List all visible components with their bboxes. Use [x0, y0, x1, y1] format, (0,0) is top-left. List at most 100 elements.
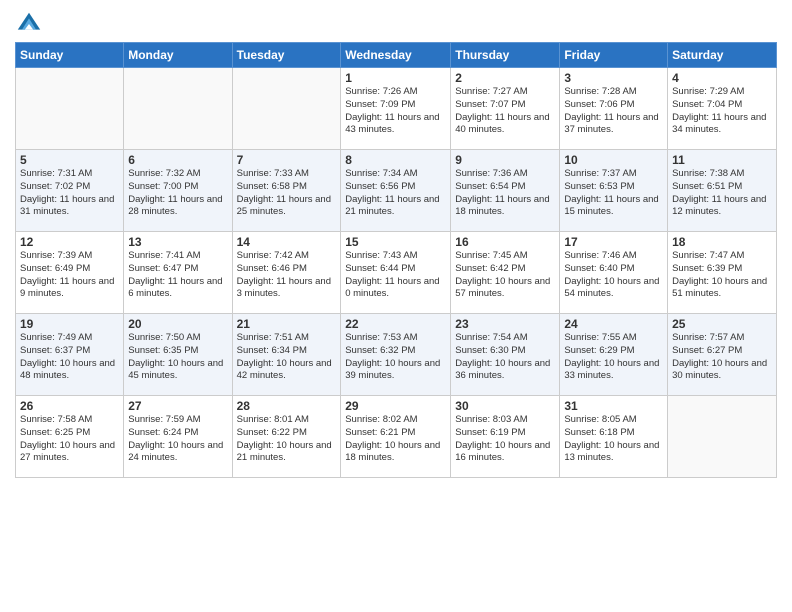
- day-number: 20: [128, 317, 227, 331]
- calendar-cell: 30Sunrise: 8:03 AM Sunset: 6:19 PM Dayli…: [451, 396, 560, 478]
- day-info: Sunrise: 7:45 AM Sunset: 6:42 PM Dayligh…: [455, 250, 555, 301]
- day-number: 5: [20, 153, 119, 167]
- weekday-header-sunday: Sunday: [16, 43, 124, 68]
- day-info: Sunrise: 7:32 AM Sunset: 7:00 PM Dayligh…: [128, 168, 227, 219]
- weekday-header-tuesday: Tuesday: [232, 43, 341, 68]
- day-info: Sunrise: 7:27 AM Sunset: 7:07 PM Dayligh…: [455, 86, 555, 137]
- day-number: 13: [128, 235, 227, 249]
- day-number: 1: [345, 71, 446, 85]
- weekday-header-row: SundayMondayTuesdayWednesdayThursdayFrid…: [16, 43, 777, 68]
- day-number: 11: [672, 153, 772, 167]
- calendar-cell: [124, 68, 232, 150]
- day-info: Sunrise: 7:57 AM Sunset: 6:27 PM Dayligh…: [672, 332, 772, 383]
- day-info: Sunrise: 7:51 AM Sunset: 6:34 PM Dayligh…: [237, 332, 337, 383]
- day-info: Sunrise: 7:33 AM Sunset: 6:58 PM Dayligh…: [237, 168, 337, 219]
- calendar-cell: 10Sunrise: 7:37 AM Sunset: 6:53 PM Dayli…: [560, 150, 668, 232]
- day-number: 28: [237, 399, 337, 413]
- day-number: 3: [564, 71, 663, 85]
- calendar-week-4: 19Sunrise: 7:49 AM Sunset: 6:37 PM Dayli…: [16, 314, 777, 396]
- day-info: Sunrise: 7:37 AM Sunset: 6:53 PM Dayligh…: [564, 168, 663, 219]
- day-number: 21: [237, 317, 337, 331]
- day-number: 15: [345, 235, 446, 249]
- calendar-week-5: 26Sunrise: 7:58 AM Sunset: 6:25 PM Dayli…: [16, 396, 777, 478]
- calendar-cell: 21Sunrise: 7:51 AM Sunset: 6:34 PM Dayli…: [232, 314, 341, 396]
- calendar-cell: 16Sunrise: 7:45 AM Sunset: 6:42 PM Dayli…: [451, 232, 560, 314]
- weekday-header-monday: Monday: [124, 43, 232, 68]
- day-info: Sunrise: 7:43 AM Sunset: 6:44 PM Dayligh…: [345, 250, 446, 301]
- day-info: Sunrise: 7:31 AM Sunset: 7:02 PM Dayligh…: [20, 168, 119, 219]
- calendar-cell: [668, 396, 777, 478]
- calendar-cell: 23Sunrise: 7:54 AM Sunset: 6:30 PM Dayli…: [451, 314, 560, 396]
- calendar-cell: [232, 68, 341, 150]
- calendar-cell: 9Sunrise: 7:36 AM Sunset: 6:54 PM Daylig…: [451, 150, 560, 232]
- calendar-cell: 27Sunrise: 7:59 AM Sunset: 6:24 PM Dayli…: [124, 396, 232, 478]
- day-number: 2: [455, 71, 555, 85]
- calendar-cell: 15Sunrise: 7:43 AM Sunset: 6:44 PM Dayli…: [341, 232, 451, 314]
- day-info: Sunrise: 7:38 AM Sunset: 6:51 PM Dayligh…: [672, 168, 772, 219]
- calendar-cell: 26Sunrise: 7:58 AM Sunset: 6:25 PM Dayli…: [16, 396, 124, 478]
- day-number: 22: [345, 317, 446, 331]
- calendar-cell: 20Sunrise: 7:50 AM Sunset: 6:35 PM Dayli…: [124, 314, 232, 396]
- day-info: Sunrise: 7:34 AM Sunset: 6:56 PM Dayligh…: [345, 168, 446, 219]
- day-number: 10: [564, 153, 663, 167]
- calendar-cell: 7Sunrise: 7:33 AM Sunset: 6:58 PM Daylig…: [232, 150, 341, 232]
- day-number: 9: [455, 153, 555, 167]
- day-number: 24: [564, 317, 663, 331]
- calendar-cell: 5Sunrise: 7:31 AM Sunset: 7:02 PM Daylig…: [16, 150, 124, 232]
- header: [15, 10, 777, 38]
- day-number: 6: [128, 153, 227, 167]
- calendar-cell: 24Sunrise: 7:55 AM Sunset: 6:29 PM Dayli…: [560, 314, 668, 396]
- logo: [15, 10, 45, 38]
- day-info: Sunrise: 7:54 AM Sunset: 6:30 PM Dayligh…: [455, 332, 555, 383]
- calendar-cell: 8Sunrise: 7:34 AM Sunset: 6:56 PM Daylig…: [341, 150, 451, 232]
- day-number: 18: [672, 235, 772, 249]
- day-number: 23: [455, 317, 555, 331]
- calendar-cell: 4Sunrise: 7:29 AM Sunset: 7:04 PM Daylig…: [668, 68, 777, 150]
- day-info: Sunrise: 8:03 AM Sunset: 6:19 PM Dayligh…: [455, 414, 555, 465]
- calendar-cell: 1Sunrise: 7:26 AM Sunset: 7:09 PM Daylig…: [341, 68, 451, 150]
- day-info: Sunrise: 7:36 AM Sunset: 6:54 PM Dayligh…: [455, 168, 555, 219]
- calendar-cell: 3Sunrise: 7:28 AM Sunset: 7:06 PM Daylig…: [560, 68, 668, 150]
- calendar-cell: 25Sunrise: 7:57 AM Sunset: 6:27 PM Dayli…: [668, 314, 777, 396]
- day-number: 8: [345, 153, 446, 167]
- day-info: Sunrise: 7:49 AM Sunset: 6:37 PM Dayligh…: [20, 332, 119, 383]
- day-info: Sunrise: 7:58 AM Sunset: 6:25 PM Dayligh…: [20, 414, 119, 465]
- calendar-cell: 11Sunrise: 7:38 AM Sunset: 6:51 PM Dayli…: [668, 150, 777, 232]
- calendar-cell: 17Sunrise: 7:46 AM Sunset: 6:40 PM Dayli…: [560, 232, 668, 314]
- day-number: 19: [20, 317, 119, 331]
- day-info: Sunrise: 7:53 AM Sunset: 6:32 PM Dayligh…: [345, 332, 446, 383]
- day-number: 29: [345, 399, 446, 413]
- calendar-cell: 31Sunrise: 8:05 AM Sunset: 6:18 PM Dayli…: [560, 396, 668, 478]
- day-number: 17: [564, 235, 663, 249]
- day-info: Sunrise: 7:46 AM Sunset: 6:40 PM Dayligh…: [564, 250, 663, 301]
- calendar-cell: [16, 68, 124, 150]
- calendar-cell: 18Sunrise: 7:47 AM Sunset: 6:39 PM Dayli…: [668, 232, 777, 314]
- day-info: Sunrise: 7:55 AM Sunset: 6:29 PM Dayligh…: [564, 332, 663, 383]
- day-info: Sunrise: 7:42 AM Sunset: 6:46 PM Dayligh…: [237, 250, 337, 301]
- calendar-cell: 22Sunrise: 7:53 AM Sunset: 6:32 PM Dayli…: [341, 314, 451, 396]
- calendar-cell: 28Sunrise: 8:01 AM Sunset: 6:22 PM Dayli…: [232, 396, 341, 478]
- day-number: 25: [672, 317, 772, 331]
- calendar-week-1: 1Sunrise: 7:26 AM Sunset: 7:09 PM Daylig…: [16, 68, 777, 150]
- day-number: 31: [564, 399, 663, 413]
- calendar-cell: 6Sunrise: 7:32 AM Sunset: 7:00 PM Daylig…: [124, 150, 232, 232]
- weekday-header-thursday: Thursday: [451, 43, 560, 68]
- day-info: Sunrise: 7:28 AM Sunset: 7:06 PM Dayligh…: [564, 86, 663, 137]
- page-container: SundayMondayTuesdayWednesdayThursdayFrid…: [0, 0, 792, 486]
- weekday-header-friday: Friday: [560, 43, 668, 68]
- day-info: Sunrise: 7:47 AM Sunset: 6:39 PM Dayligh…: [672, 250, 772, 301]
- day-info: Sunrise: 8:01 AM Sunset: 6:22 PM Dayligh…: [237, 414, 337, 465]
- day-info: Sunrise: 7:59 AM Sunset: 6:24 PM Dayligh…: [128, 414, 227, 465]
- logo-icon: [15, 10, 43, 38]
- day-number: 30: [455, 399, 555, 413]
- calendar-cell: 2Sunrise: 7:27 AM Sunset: 7:07 PM Daylig…: [451, 68, 560, 150]
- day-info: Sunrise: 7:50 AM Sunset: 6:35 PM Dayligh…: [128, 332, 227, 383]
- day-number: 16: [455, 235, 555, 249]
- day-info: Sunrise: 8:02 AM Sunset: 6:21 PM Dayligh…: [345, 414, 446, 465]
- day-info: Sunrise: 7:26 AM Sunset: 7:09 PM Dayligh…: [345, 86, 446, 137]
- calendar-week-3: 12Sunrise: 7:39 AM Sunset: 6:49 PM Dayli…: [16, 232, 777, 314]
- day-number: 12: [20, 235, 119, 249]
- calendar-table: SundayMondayTuesdayWednesdayThursdayFrid…: [15, 42, 777, 478]
- weekday-header-wednesday: Wednesday: [341, 43, 451, 68]
- calendar-cell: 13Sunrise: 7:41 AM Sunset: 6:47 PM Dayli…: [124, 232, 232, 314]
